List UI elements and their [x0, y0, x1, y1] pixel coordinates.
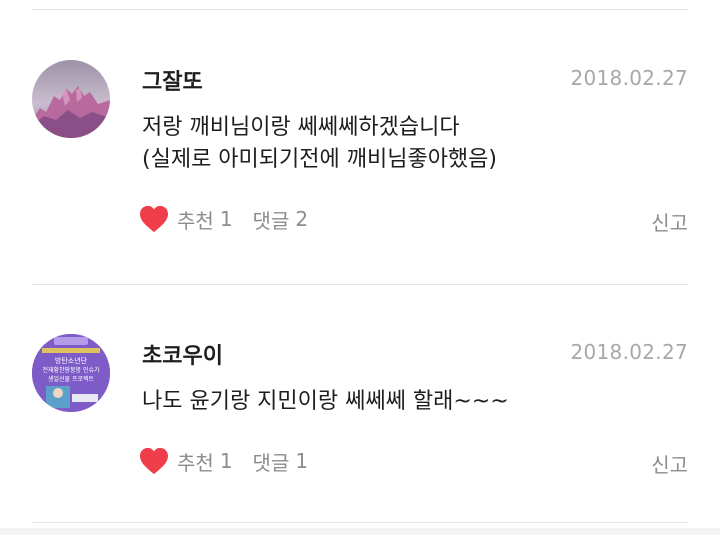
like-label[interactable]: 추천	[177, 447, 214, 476]
avatar[interactable]: 방탄소년단 전재황찬팡붕붕 민슈가 생일선물 프로젝트	[32, 334, 110, 412]
reply-label[interactable]: 댓글	[253, 447, 290, 476]
report-button[interactable]: 신고	[651, 449, 688, 478]
like-label[interactable]: 추천	[177, 205, 214, 234]
top-divider	[32, 9, 688, 10]
report-button[interactable]: 신고	[651, 207, 688, 236]
comment-date: 2018.02.27	[570, 66, 688, 90]
avatar-poster-image: 방탄소년단 전재황찬팡붕붕 민슈가 생일선물 프로젝트	[32, 334, 110, 412]
comment-date: 2018.02.27	[570, 340, 688, 364]
avatar-text-line: 생일선물 프로젝트	[48, 375, 95, 383]
avatar[interactable]	[32, 60, 110, 138]
like-count: 1	[219, 449, 233, 473]
comment-divider	[32, 284, 688, 285]
comment-author[interactable]: 초코우이	[142, 338, 223, 370]
heart-icon[interactable]	[139, 205, 169, 233]
comment-line: 나도 윤기랑 지민이랑 쎄쎄쎄 할래~~~	[142, 389, 509, 414]
comment-body: 저랑 깨비님이랑 쎄쎄쎄하겠습니다 (실제로 아미되기전에 깨비님좋아했음)	[142, 112, 497, 176]
comment-body: 나도 윤기랑 지민이랑 쎄쎄쎄 할래~~~	[142, 386, 509, 418]
comment-line: 저랑 깨비님이랑 쎄쎄쎄하겠습니다	[142, 115, 460, 140]
comment-actions: 추천 1 댓글 2	[139, 203, 308, 235]
comment-actions: 추천 1 댓글 1	[139, 445, 308, 477]
avatar-text-line: 방탄소년단	[55, 356, 88, 365]
comment-divider	[32, 522, 688, 523]
heart-icon[interactable]	[139, 447, 169, 475]
reply-count: 2	[295, 207, 309, 231]
avatar-mountain-image	[32, 60, 110, 138]
avatar-text-line: 전재황찬팡붕붕 민슈가	[42, 366, 100, 374]
comment-author[interactable]: 그잘또	[142, 64, 203, 96]
like-count: 1	[219, 207, 233, 231]
reply-count: 1	[295, 449, 309, 473]
reply-label[interactable]: 댓글	[253, 205, 290, 234]
comment-line: (실제로 아미되기전에 깨비님좋아했음)	[142, 147, 497, 172]
section-gap	[0, 528, 720, 535]
